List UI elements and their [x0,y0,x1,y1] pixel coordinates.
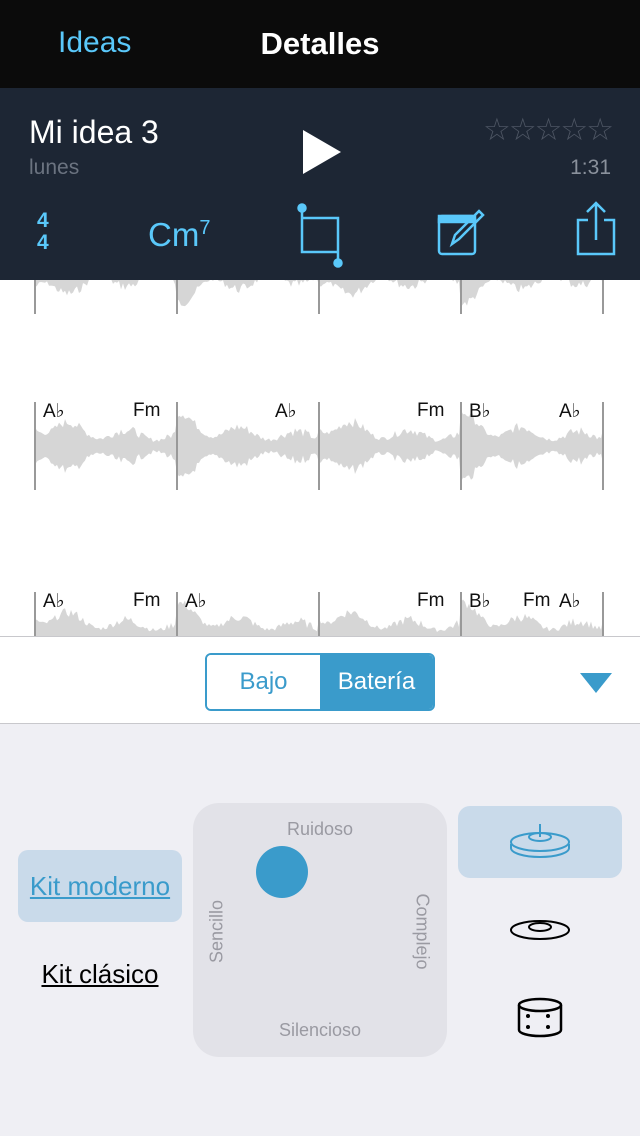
collapse-triangle-icon[interactable] [580,673,612,695]
pad-label-left: Sencillo [206,899,227,964]
instrument-snare[interactable] [458,982,622,1054]
key-extension: 7 [199,217,211,239]
key-label: Cm [148,216,200,253]
chord-label[interactable]: B♭ [469,590,491,613]
idea-date: lunes [29,156,80,179]
cymbal-icon [510,920,570,940]
idea-header: Mi idea 3 lunes ☆☆☆☆☆ 1:31 44 Cm7 [0,88,640,280]
chord-label[interactable]: Fm [523,590,550,612]
chord-label[interactable]: Fm [133,590,160,612]
kit-moderno[interactable]: Kit moderno [18,850,182,922]
edit-icon[interactable] [436,206,488,258]
time-sig-bottom: 4 [37,231,49,254]
waveform-area[interactable]: A♭ Fm A♭ Fm B♭ A♭ A♭ Fm A♭ Fm B♭ Fm A♭ [0,280,640,636]
navigation-bar: Ideas Detalles [0,0,640,88]
trim-icon[interactable] [296,202,346,272]
drummer-xy-pad[interactable]: Ruidoso Silencioso Sencillo Complejo [193,803,447,1057]
snare-drum-icon [517,997,563,1038]
play-icon[interactable] [303,130,341,174]
share-icon[interactable] [574,200,618,260]
chord-label[interactable]: A♭ [185,590,207,613]
pad-label-top: Ruidoso [286,819,354,839]
page-title: Detalles [260,26,380,61]
chord-label[interactable]: A♭ [275,400,297,423]
chord-label[interactable]: Fm [417,400,444,422]
hihat-icon [510,824,570,858]
kit-clasico[interactable]: Kit clásico [18,938,182,1010]
pad-label-right: Complejo [412,893,433,970]
instrument-segmented-control: Bajo Batería [205,653,435,711]
chord-label[interactable]: Fm [133,400,160,422]
chord-label[interactable]: A♭ [43,590,65,613]
chord-label[interactable]: B♭ [469,400,491,423]
time-sig-top: 4 [37,209,49,232]
instrument-cymbal[interactable] [458,894,622,966]
chord-label[interactable]: A♭ [43,400,65,423]
time-signature-button[interactable]: 44 [37,210,49,254]
waveform-svg [34,280,604,636]
instrument-control-bar: Bajo Batería [0,636,640,724]
chord-label[interactable]: A♭ [559,590,581,613]
duration: 1:31 [570,156,611,179]
rating-stars[interactable]: ☆☆☆☆☆ [483,112,614,148]
pad-label-bottom: Silencioso [278,1020,362,1040]
key-button[interactable]: Cm7 [148,216,210,254]
pad-puck[interactable] [255,845,308,898]
segment-bateria[interactable]: Batería [320,655,433,709]
chord-label[interactable]: A♭ [559,400,581,423]
idea-name[interactable]: Mi idea 3 [29,114,159,151]
instrument-hihat[interactable] [458,806,622,878]
segment-bajo[interactable]: Bajo [207,655,320,709]
chord-label[interactable]: Fm [417,590,444,612]
